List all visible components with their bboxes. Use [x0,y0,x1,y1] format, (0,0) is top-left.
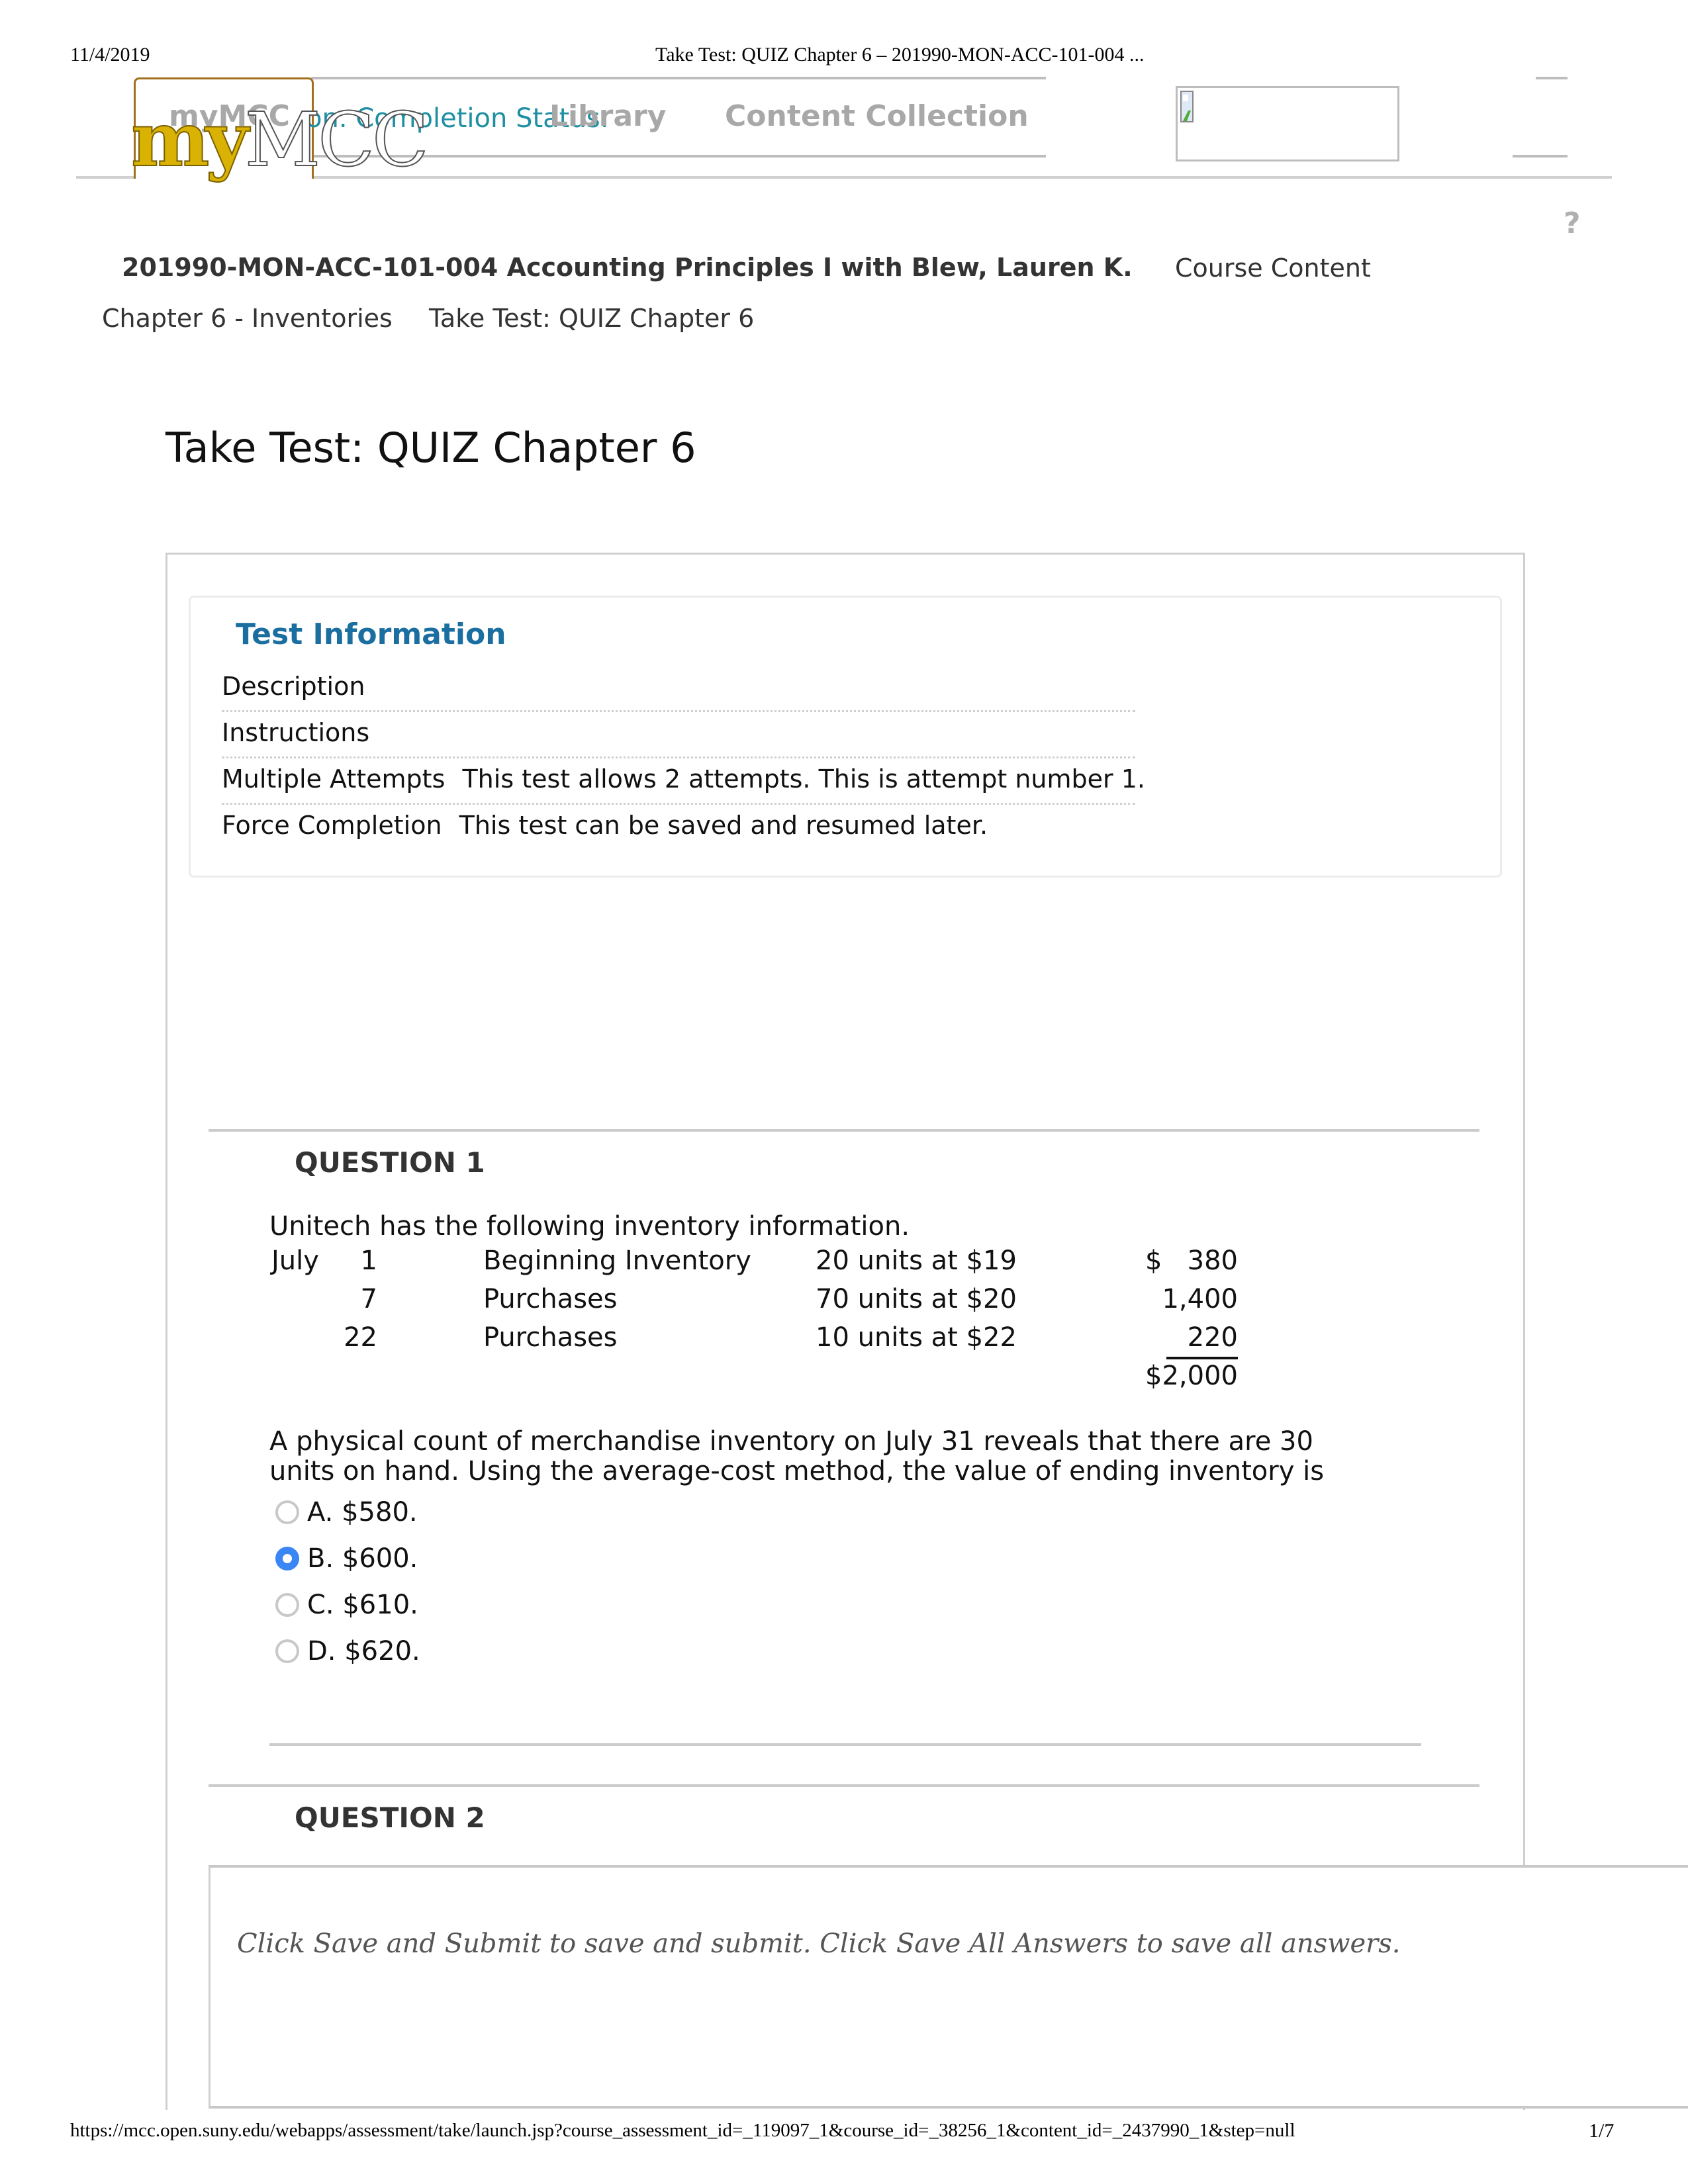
choice-c[interactable]: C. $610. [275,1590,418,1620]
print-date: 11/4/2019 [70,44,150,66]
nav-top-border [311,77,1046,79]
inventory-day: 7 [360,1284,377,1314]
inventory-total: $2,000 [1145,1361,1238,1391]
info-label: Description [222,672,365,701]
choice-d[interactable]: D. $620. [275,1636,420,1666]
help-icon[interactable]: ? [1564,206,1581,240]
question-title: QUESTION 2 [295,1801,485,1834]
choice-b[interactable]: B. $600. [275,1543,418,1574]
inventory-description: Purchases [483,1284,618,1314]
choice-label: D. $620. [307,1636,420,1666]
page-title: Take Test: QUIZ Chapter 6 [165,424,696,472]
choice-label: B. $600. [307,1543,418,1574]
choice-a[interactable]: A. $580. [275,1497,418,1527]
breadcrumb-item-chapter[interactable]: Chapter 6 - Inventories [102,304,393,333]
submit-bar: Click Save and Submit to save and submit… [209,1865,1688,2109]
info-label: Force Completion [222,811,442,840]
breadcrumb-item-current: Take Test: QUIZ Chapter 6 [429,304,755,333]
info-value: This test allows 2 attempts. This is att… [462,764,1145,794]
question-divider [209,1129,1479,1132]
info-value: This test can be saved and resumed later… [459,811,988,840]
radio-button[interactable] [275,1639,299,1663]
choice-label: A. $580. [307,1497,418,1527]
question-prompt-line1: A physical count of merchandise inventor… [269,1426,1313,1457]
test-information-heading: Test Information [236,617,506,651]
broken-image-icon [1180,91,1194,122]
nav-right-bottom-border [1513,155,1568,158]
question-intro: Unitech has the following inventory info… [269,1211,910,1242]
info-divider [222,710,1135,712]
radio-button[interactable] [275,1500,299,1524]
info-row-description: Description [222,672,365,701]
inventory-units: 20 units at $19 [816,1246,1017,1276]
course-content-link[interactable]: Course Content [1175,253,1371,283]
inventory-amount: 1,400 [1162,1284,1238,1314]
inventory-units: 10 units at $22 [816,1322,1017,1353]
info-divider [222,803,1135,805]
radio-button-selected[interactable] [275,1547,299,1570]
question-title: QUESTION 1 [295,1146,485,1179]
radio-button[interactable] [275,1593,299,1617]
course-title[interactable]: 201990-MON-ACC-101-004 Accounting Princi… [122,253,1133,282]
question-prompt-line2: units on hand. Using the average-cost me… [269,1456,1325,1486]
info-row-multiple-attempts: Multiple Attempts This test allows 2 att… [222,764,1145,794]
inventory-amount: 220 [1166,1322,1238,1359]
inventory-description: Beginning Inventory [483,1246,751,1276]
inventory-units: 70 units at $20 [816,1284,1017,1314]
nav-right-top-border [1536,77,1568,79]
nav-library[interactable]: Library [549,99,666,133]
info-row-instructions: Instructions [222,718,369,747]
logo-my-text: my [130,96,250,184]
test-information-panel: Test Information Description Instruction… [189,596,1502,878]
inventory-amount: $ 380 [1145,1246,1238,1276]
info-row-force-completion: Force Completion This test can be saved … [222,811,988,840]
logo-mcc-text: MCC [244,97,430,184]
inventory-day: 22 [344,1322,377,1353]
nav-content-collection[interactable]: Content Collection [725,99,1029,133]
mymcc-logo[interactable]: myMCC [130,96,430,184]
info-label: Instructions [222,718,370,747]
submit-instructions: Click Save and Submit to save and submit… [237,1929,1401,1959]
choice-label: C. $610. [307,1590,418,1620]
print-url: https://mcc.open.suny.edu/webapps/assess… [70,2120,1295,2141]
inventory-month: July [271,1246,319,1276]
print-title: Take Test: QUIZ Chapter 6 – 201990-MON-A… [655,44,1145,66]
print-page-number: 1/7 [1589,2120,1615,2142]
question-end-divider [269,1743,1421,1746]
question-divider [209,1784,1479,1787]
inventory-day: 1 [360,1246,377,1276]
inventory-description: Purchases [483,1322,618,1353]
info-divider [222,756,1135,758]
broken-image-frame [1176,86,1399,161]
info-label: Multiple Attempts [222,764,445,794]
